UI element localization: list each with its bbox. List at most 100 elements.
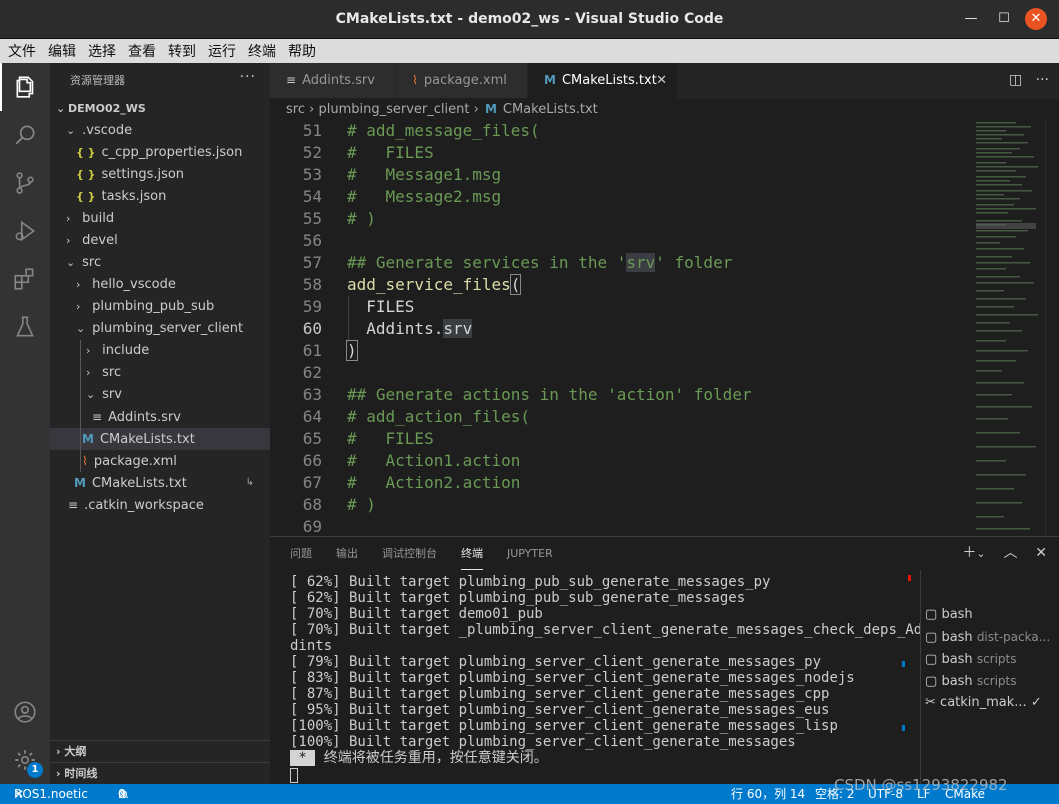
tree-item-tasks-json[interactable]: { } tasks.json [50,186,270,208]
menu-help[interactable]: 帮助 [282,41,322,61]
accounts-activity[interactable] [0,688,50,736]
tree-item-src[interactable]: ⌄ src [50,252,270,274]
maximize-button[interactable]: ☐ [993,8,1015,30]
menu-view[interactable]: 查看 [122,41,162,61]
matching-bracket: ( [509,274,522,295]
line-number: 64 [302,407,322,426]
terminal-scroll-marker [908,575,911,581]
breadcrumb: src › plumbing_server_client › M CMakeLis… [270,98,1059,120]
tab-cmakelists[interactable]: M CMakeLists.txt ✕ [528,63,678,98]
extensions-activity[interactable] [0,255,50,303]
line-number: 54 [302,187,322,206]
json-file-icon: { } [76,146,96,159]
code-line: add_service_files( [347,274,522,295]
tab-addints-srv[interactable]: ≡ Addints.srv [270,63,396,98]
line-number: 59 [302,297,322,316]
tree-item-c-cpp-properties[interactable]: { } c_cpp_properties.json [50,142,270,164]
terminal-instance[interactable]: ✂ catkin_mak... ✓ [925,692,1055,714]
run-debug-activity[interactable] [0,207,50,255]
breadcrumb-src[interactable]: src [286,102,305,117]
terminal-instance[interactable]: ▢ bash scripts [925,670,1055,692]
search-activity[interactable] [0,111,50,159]
menu-terminal[interactable]: 终端 [242,41,282,61]
panel-tab-jupyter[interactable]: JUPYTER [507,537,553,570]
tree-item-build[interactable]: › build [50,208,270,230]
explorer-activity[interactable] [0,63,50,111]
terminal-line: [ 70%] Built target demo01_pub [290,606,543,622]
code-line: # FILES [347,429,434,448]
minimap[interactable] [970,120,1045,536]
tree-item-plumbing-server-client[interactable]: ⌄ plumbing_server_client [50,318,270,340]
minimize-button[interactable]: — [960,8,982,30]
tree-item-devel[interactable]: › devel [50,230,270,252]
tree-item-vscode[interactable]: ⌄ .vscode [50,120,270,142]
panel-tab-terminal[interactable]: 终端 [461,537,483,570]
terminal-instance[interactable]: ▢ bash scripts [925,648,1055,670]
close-panel-icon[interactable]: ✕ [1035,545,1047,561]
tree-item-cmakelists-selected[interactable]: M CMakeLists.txt [50,428,270,450]
minimap-preview [976,122,1038,530]
menu-selection[interactable]: 选择 [82,41,122,61]
terminal-line: [ 87%] Built target plumbing_server_clie… [290,686,830,702]
more-actions-icon[interactable]: ··· [240,69,256,85]
outline-section[interactable]: › 大纲 [50,740,270,762]
manage-activity[interactable]: 1 [0,736,50,784]
close-tab-icon[interactable]: ✕ [656,63,667,98]
tree-item-settings-json[interactable]: { } settings.json [50,164,270,186]
breadcrumb-file[interactable]: CMakeLists.txt [503,102,598,117]
json-file-icon: { } [76,168,96,181]
terminal-line: [ 83%] Built target plumbing_server_clie… [290,670,855,686]
panel-tab-debug-console[interactable]: 调试控制台 [382,537,437,570]
line-number: 66 [302,451,322,470]
menu-file[interactable]: 文件 [2,41,42,61]
timeline-section[interactable]: › 时间线 [50,762,270,784]
tree-item-cmakelists-src[interactable]: M CMakeLists.txt ↳ [50,472,270,494]
tree-item-plumbing-pub-sub[interactable]: › plumbing_pub_sub [50,296,270,318]
tab-package-xml[interactable]: ⌇ package.xml [396,63,528,98]
menu-go[interactable]: 转到 [162,41,202,61]
editor-vertical-scrollbar[interactable] [1045,120,1059,536]
terminal-instance[interactable]: ▢ bash dist-packa... [925,626,1055,648]
update-badge: 1 [27,762,43,778]
chevron-down-icon: ⌄ [56,102,66,115]
tree-item-src-sub[interactable]: › src [50,362,270,384]
terminal-output[interactable]: [ 62%] Built target plumbing_pub_sub_gen… [290,574,922,784]
tree-item-catkin-workspace[interactable]: ≡ .catkin_workspace [50,494,270,516]
word-highlight: srv [443,319,473,338]
tree-item-addints-srv[interactable]: ≡ Addints.srv [50,406,270,428]
search-icon [15,125,35,145]
new-terminal-icon[interactable]: ＋ [962,545,976,561]
panel-tab-output[interactable]: 输出 [336,537,358,570]
line-number: 58 [302,275,322,294]
breadcrumb-folder[interactable]: plumbing_server_client [318,102,469,117]
tree-item-srv[interactable]: ⌄ srv [50,384,270,406]
terminal-instance[interactable]: ▢ bash [925,604,1055,626]
line-number: 53 [302,165,322,184]
text-file-icon: ≡ [92,410,103,424]
terminal-list: ▢ bash ▢ bash dist-packa... ▢ bash scrip… [920,570,1059,785]
code-line: # Action2.action [347,473,521,492]
cursor-position[interactable]: 行 60，列 14 [731,784,805,804]
code-editor[interactable]: 51 # add_message_files( 52 # FILES 53 # … [270,120,970,536]
testing-activity[interactable] [0,303,50,351]
text-file-icon: ≡ [286,73,297,87]
close-window-button[interactable]: ✕ [1025,8,1047,30]
chevron-right-icon: › [66,234,71,247]
tree-item-package-xml[interactable]: ⌇ package.xml [50,450,270,472]
tree-item-include[interactable]: › include [50,340,270,362]
maximize-panel-icon[interactable]: ︿ [1003,545,1017,561]
panel-actions: ＋⌄ ︿ ✕ [962,537,1047,570]
split-editor-icon[interactable]: ◫ [1009,72,1022,88]
menu-run[interactable]: 运行 [202,41,242,61]
source-control-activity[interactable] [0,159,50,207]
menu-edit[interactable]: 编辑 [42,41,82,61]
tree-item-hello-vscode[interactable]: › hello_vscode [50,274,270,296]
check-icon: ✓ [1030,695,1042,710]
more-actions-icon[interactable]: ··· [1036,72,1049,88]
title-bar: CMakeLists.txt - demo02_ws - Visual Stud… [0,0,1059,39]
workspace-root[interactable]: ⌄ DEMO02_WS [50,98,270,120]
panel-tab-problems[interactable]: 问题 [290,537,312,570]
tools-icon: ✂ [925,695,936,710]
code-line: # Message2.msg [347,187,502,206]
chevron-down-icon[interactable]: ⌄ [976,547,985,560]
